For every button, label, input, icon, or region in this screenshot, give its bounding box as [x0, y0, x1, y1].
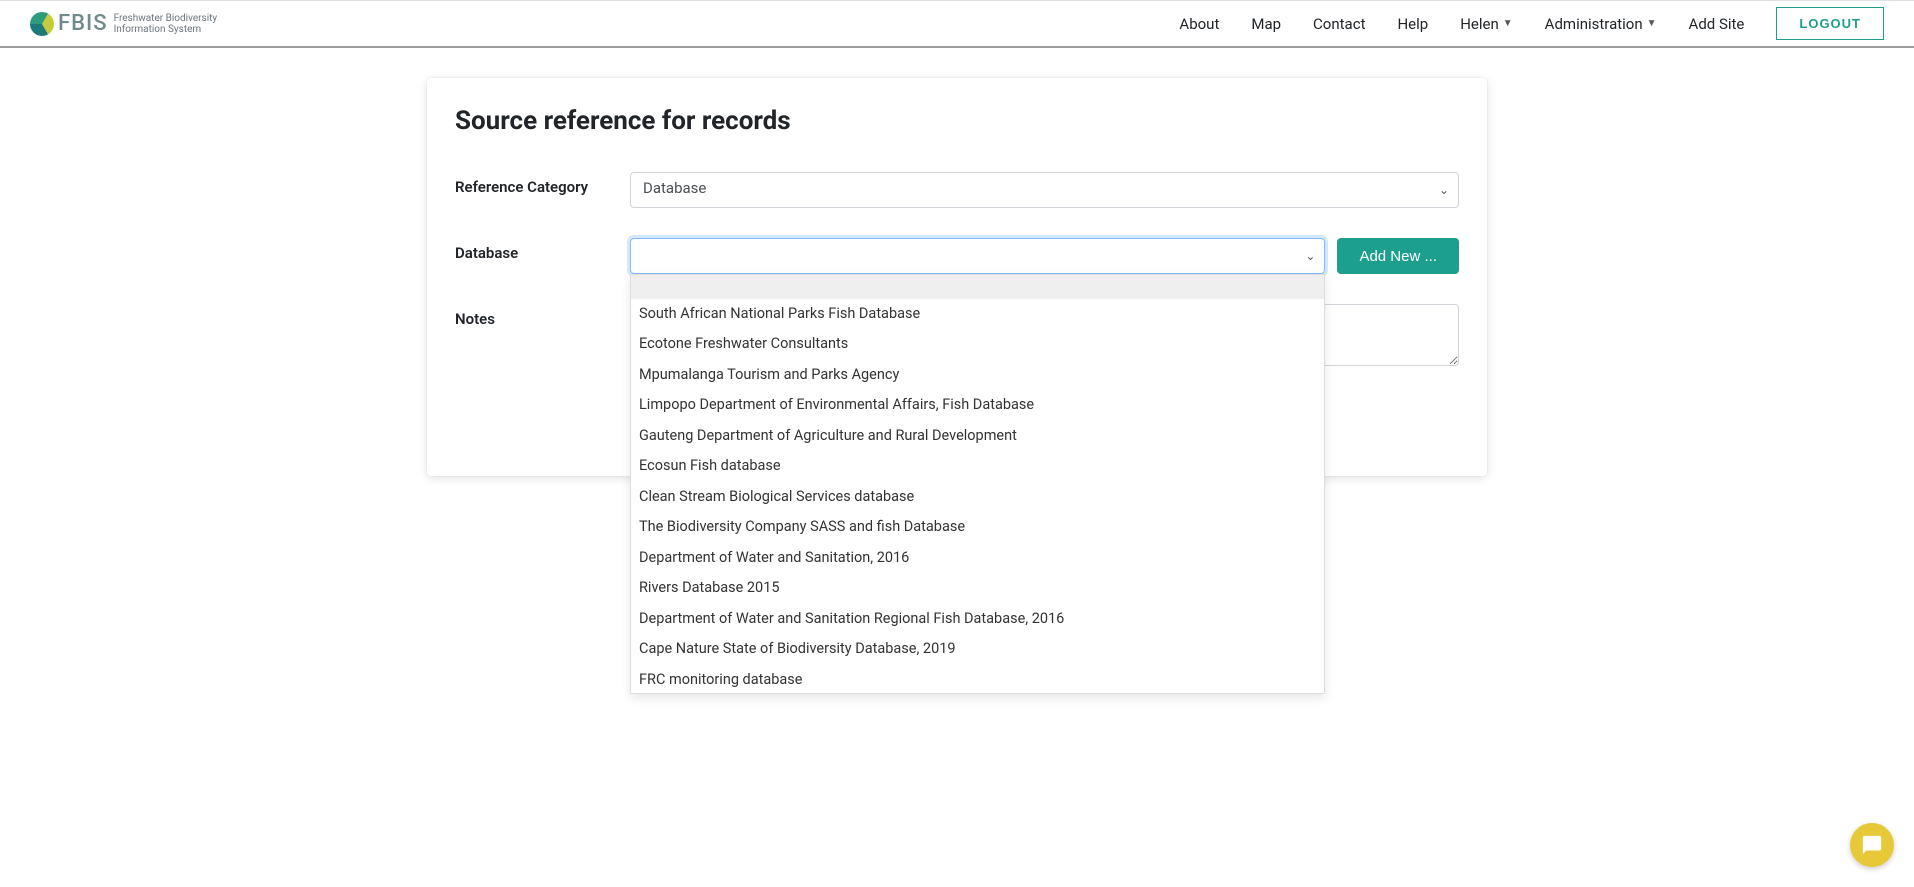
chat-icon [1861, 834, 1883, 856]
nav-admin-label: Administration [1545, 15, 1643, 33]
nav-add-site[interactable]: Add Site [1689, 15, 1745, 33]
database-option[interactable]: FRC monitoring database [631, 665, 1324, 694]
database-dropdown-list: South African National Parks Fish Databa… [630, 274, 1325, 694]
page-title: Source reference for records [455, 106, 1459, 136]
brand-tagline-line1: Freshwater Biodiversity [114, 13, 218, 24]
database-option[interactable]: Cape Nature State of Biodiversity Databa… [631, 634, 1324, 664]
nav-user-dropdown[interactable]: Helen ▼ [1460, 15, 1512, 33]
row-database: Database ⌄ South African National Parks … [455, 238, 1459, 274]
database-option[interactable]: Ecotone Freshwater Consultants [631, 329, 1324, 359]
database-option[interactable]: Rivers Database 2015 [631, 573, 1324, 603]
database-option[interactable] [631, 275, 1324, 299]
nav-help[interactable]: Help [1397, 15, 1428, 33]
label-notes: Notes [455, 304, 630, 328]
brand-abbr: FBIS [58, 11, 108, 36]
nav-contact[interactable]: Contact [1313, 15, 1365, 33]
database-option[interactable]: Department of Water and Sanitation, 2016 [631, 543, 1324, 573]
nav-user-label: Helen [1460, 15, 1499, 33]
brand-tagline-line2: Information System [114, 24, 202, 35]
caret-down-icon: ▼ [1647, 18, 1657, 29]
label-reference-category: Reference Category [455, 172, 630, 196]
fbis-logo-icon [30, 12, 54, 36]
database-select-wrap: ⌄ [630, 238, 1325, 274]
database-option[interactable]: Mpumalanga Tourism and Parks Agency [631, 360, 1324, 390]
nav-admin-dropdown[interactable]: Administration ▼ [1545, 15, 1657, 33]
database-option[interactable]: Ecosun Fish database [631, 451, 1324, 481]
database-option[interactable]: The Biodiversity Company SASS and fish D… [631, 512, 1324, 542]
database-option[interactable]: Limpopo Department of Environmental Affa… [631, 390, 1324, 420]
chat-widget-button[interactable] [1850, 823, 1894, 867]
nav-map[interactable]: Map [1251, 15, 1281, 33]
reference-category-select-wrap: Database ⌄ [630, 172, 1459, 208]
database-option[interactable]: Gauteng Department of Agriculture and Ru… [631, 421, 1324, 451]
database-option[interactable]: Department of Water and Sanitation Regio… [631, 604, 1324, 634]
brand-tagline: Freshwater Biodiversity Information Syst… [114, 13, 218, 35]
reference-category-select[interactable]: Database [630, 172, 1459, 208]
label-database: Database [455, 238, 630, 262]
main-header: FBIS Freshwater Biodiversity Information… [0, 0, 1914, 48]
nav-about[interactable]: About [1179, 15, 1219, 33]
brand-logo[interactable]: FBIS Freshwater Biodiversity Information… [30, 11, 217, 36]
database-select[interactable] [630, 238, 1325, 274]
form-card: Source reference for records Reference C… [427, 78, 1487, 476]
main-nav: About Map Contact Help Helen ▼ Administr… [1179, 7, 1884, 40]
database-option[interactable]: South African National Parks Fish Databa… [631, 299, 1324, 329]
caret-down-icon: ▼ [1503, 18, 1513, 29]
add-new-button[interactable]: Add New ... [1337, 238, 1459, 274]
database-option[interactable]: Clean Stream Biological Services databas… [631, 482, 1324, 512]
logout-button[interactable]: LOGOUT [1776, 7, 1884, 40]
brand-text: FBIS Freshwater Biodiversity Information… [58, 11, 217, 36]
row-reference-category: Reference Category Database ⌄ [455, 172, 1459, 208]
